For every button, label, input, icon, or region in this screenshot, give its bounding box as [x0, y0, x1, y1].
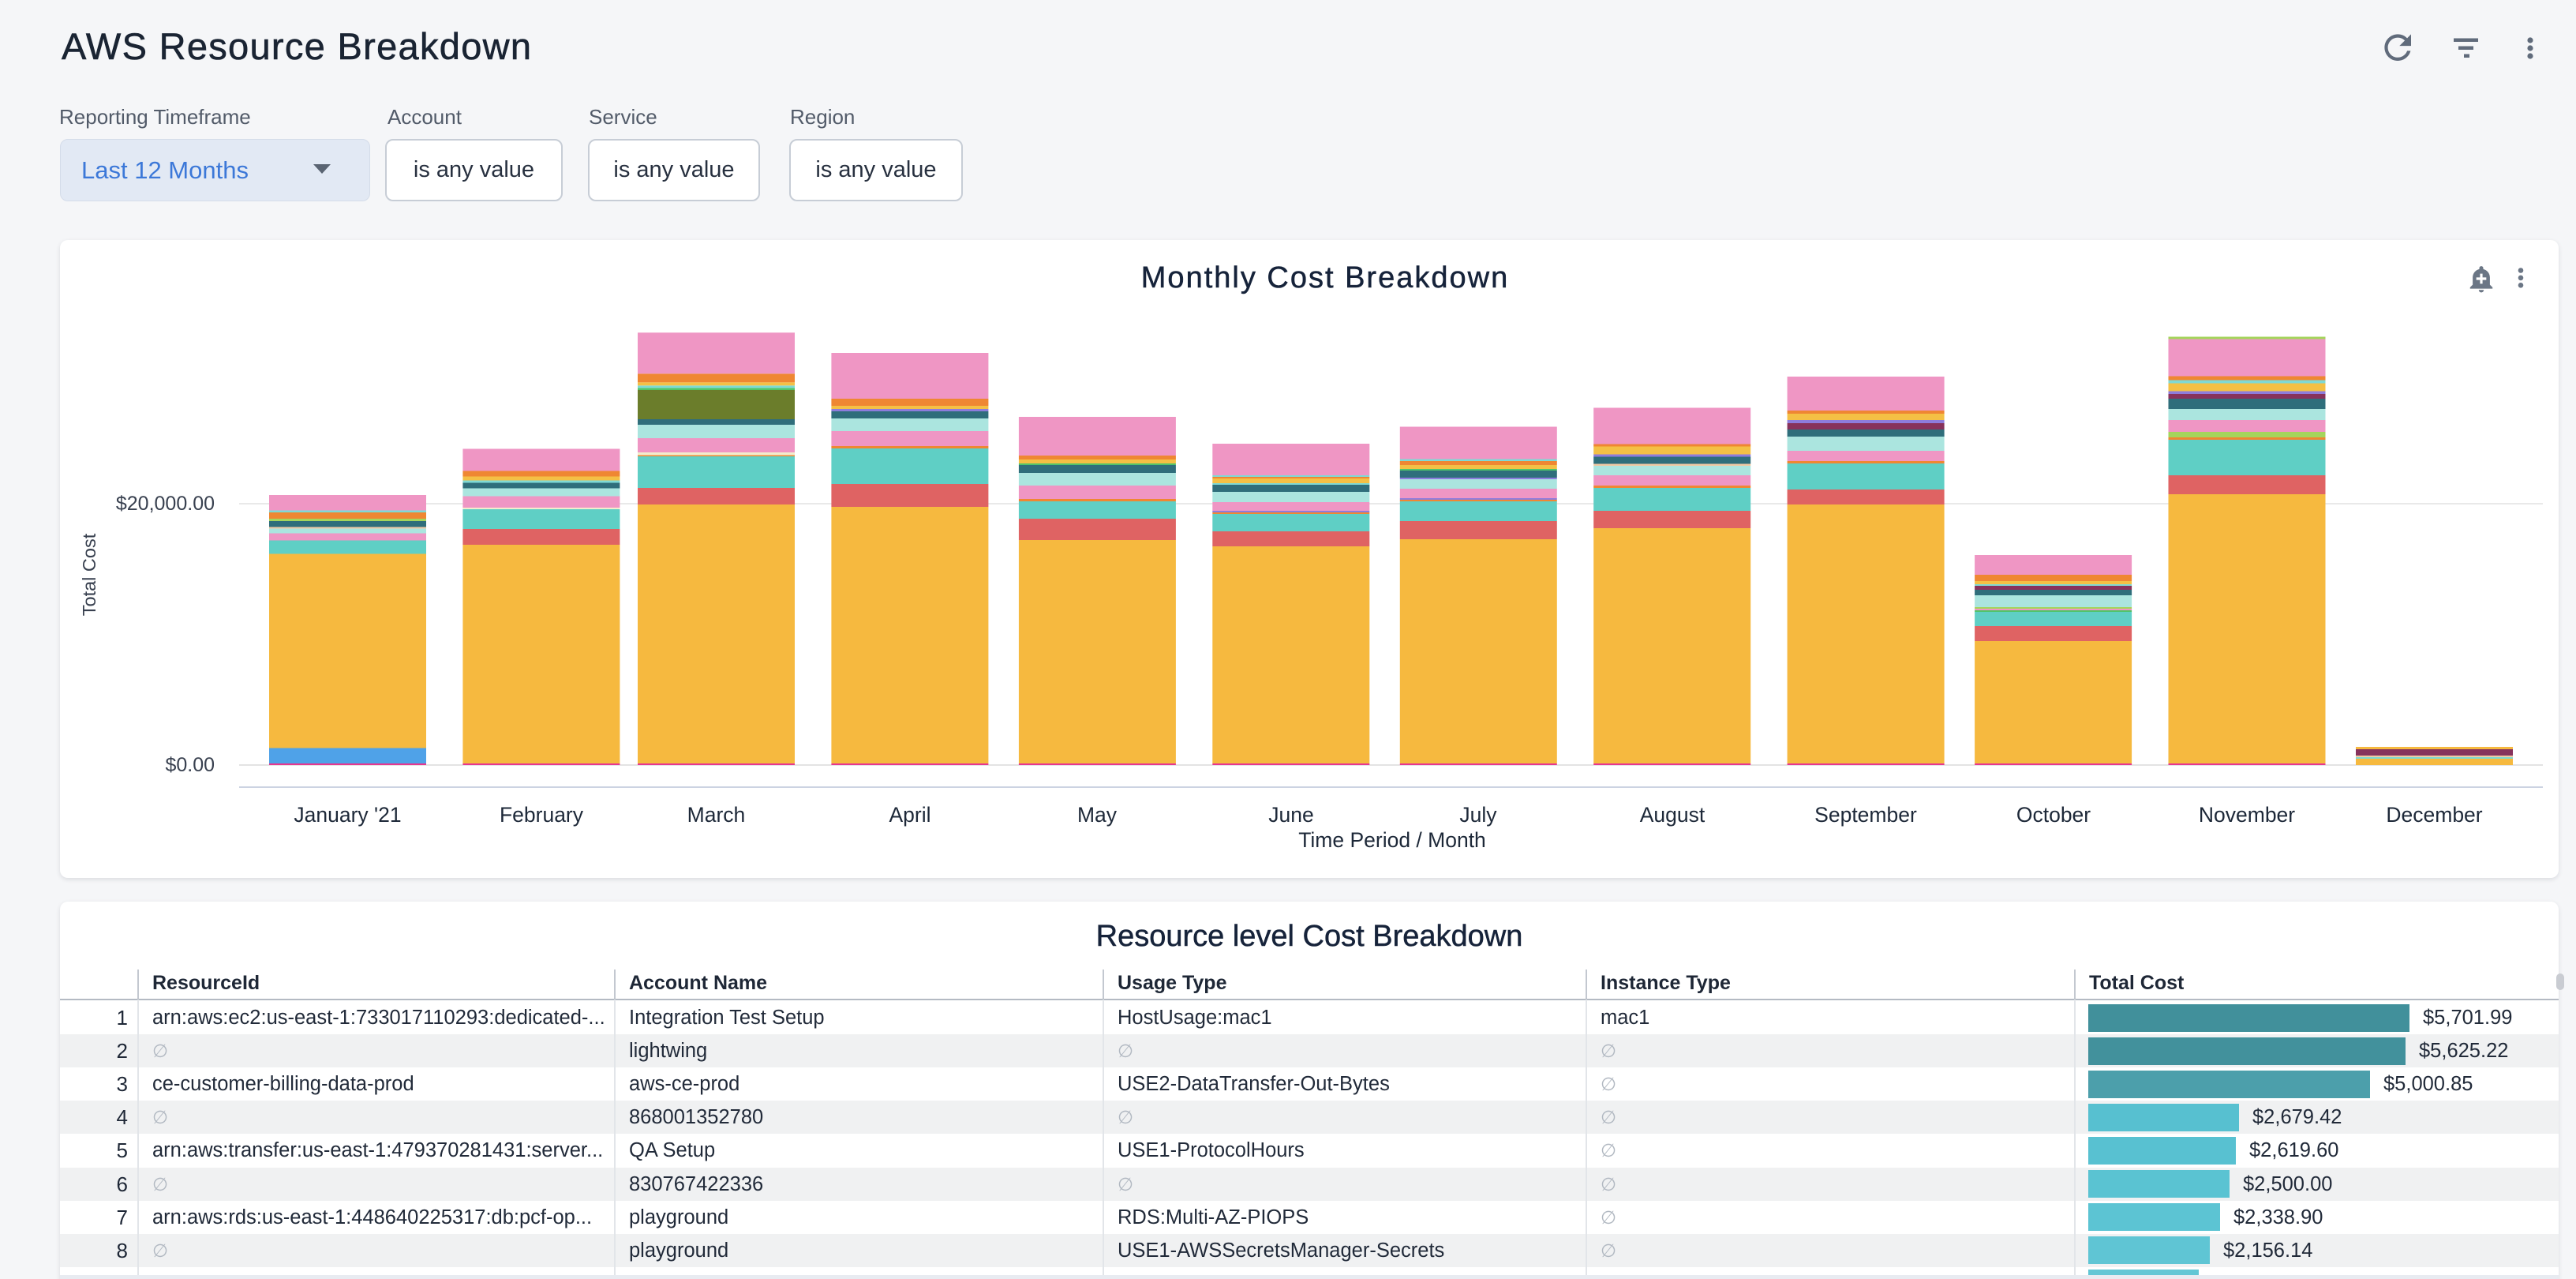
svg-text:January '21: January '21: [294, 803, 401, 827]
svg-text:December: December: [2386, 803, 2482, 827]
svg-text:April: April: [889, 803, 930, 827]
svg-text:August: August: [1640, 803, 1705, 827]
svg-text:October: October: [2016, 803, 2091, 827]
svg-text:November: November: [2199, 803, 2295, 827]
svg-text:September: September: [1814, 803, 1917, 827]
svg-text:$0.00: $0.00: [165, 754, 215, 776]
svg-text:February: February: [500, 803, 584, 827]
svg-text:March: March: [687, 803, 746, 827]
svg-text:June: June: [1268, 803, 1313, 827]
svg-text:Total Cost: Total Cost: [79, 533, 99, 616]
svg-text:Time Period / Month: Time Period / Month: [1298, 828, 1486, 852]
svg-text:$20,000.00: $20,000.00: [116, 493, 215, 515]
svg-text:May: May: [1077, 803, 1118, 827]
svg-text:July: July: [1459, 803, 1497, 827]
